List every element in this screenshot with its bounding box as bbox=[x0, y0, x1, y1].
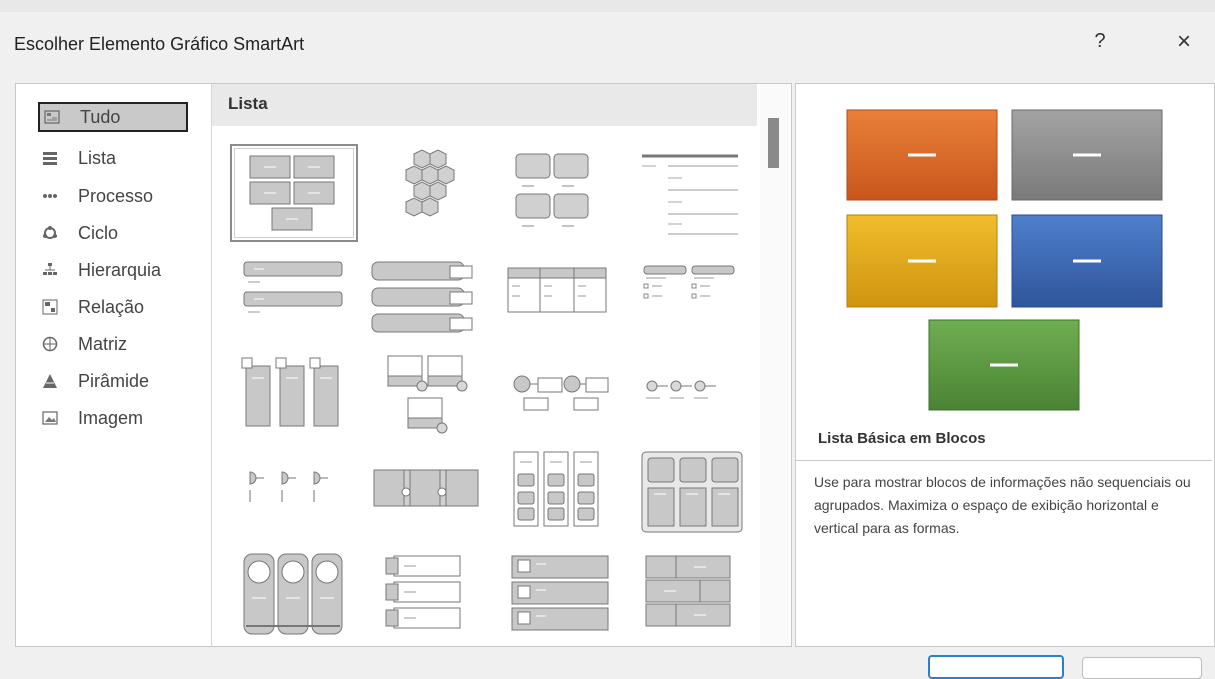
sidebar-item-label: Tudo bbox=[80, 106, 121, 127]
gallery-header-label: Lista bbox=[228, 94, 268, 113]
layout-hexagon-cluster[interactable] bbox=[362, 144, 490, 242]
relationship-icon bbox=[42, 299, 58, 315]
layout-basic-block-list[interactable] bbox=[230, 144, 358, 242]
preview-block-orange bbox=[846, 109, 998, 201]
sidebar-item-label: Matriz bbox=[78, 333, 127, 354]
layout-circular-picture-list[interactable] bbox=[230, 546, 358, 644]
preview-block-green bbox=[928, 319, 1080, 411]
layout-picture-accent-blocks[interactable] bbox=[362, 346, 490, 444]
sidebar-item-label: Hierarquia bbox=[78, 259, 162, 280]
sidebar-item-imagem[interactable]: Imagem bbox=[38, 403, 188, 433]
layout-vertical-bullet-list[interactable] bbox=[230, 252, 358, 350]
sidebar-item-label: Processo bbox=[78, 185, 154, 206]
dialog-titlebar: Escolher Elemento Gráfico SmartArt ? × bbox=[0, 12, 1215, 72]
sidebar-item-label: Lista bbox=[78, 147, 117, 168]
layout-vertical-tab-list[interactable] bbox=[362, 546, 490, 644]
layout-stacked-list[interactable] bbox=[362, 252, 490, 350]
layout-tab-list[interactable] bbox=[494, 446, 622, 544]
sidebar-item-label: Relação bbox=[78, 296, 145, 317]
sidebar-item-piramide[interactable]: Pirâmide bbox=[38, 366, 188, 396]
sidebar-item-processo[interactable]: Processo bbox=[38, 181, 188, 211]
gallery-scrollbar[interactable] bbox=[760, 84, 790, 646]
layout-table-list[interactable] bbox=[494, 252, 622, 350]
hierarchy-icon bbox=[42, 262, 58, 278]
preview-graphic bbox=[846, 109, 1163, 411]
layout-horizontal-bullet-list[interactable] bbox=[626, 252, 754, 350]
pyramid-icon bbox=[42, 373, 58, 389]
layout-picture-strips[interactable] bbox=[626, 446, 754, 544]
cancel-button[interactable] bbox=[1082, 657, 1202, 679]
layout-description: Use para mostrar blocos de informações n… bbox=[814, 474, 1191, 536]
sidebar-item-tudo[interactable]: Tudo bbox=[38, 102, 188, 132]
ok-button[interactable] bbox=[928, 655, 1064, 679]
layout-brick-list[interactable] bbox=[626, 546, 754, 644]
layout-gallery: Lista bbox=[212, 84, 791, 646]
scrollbar-thumb[interactable] bbox=[768, 118, 779, 168]
sidebar-item-label: Pirâmide bbox=[78, 370, 150, 391]
layout-grouped-blocks[interactable] bbox=[494, 144, 622, 242]
gallery-header: Lista bbox=[212, 84, 757, 126]
layout-lined-list[interactable] bbox=[626, 144, 754, 242]
layout-circle-accent-timeline[interactable] bbox=[494, 346, 622, 444]
layout-accent-process[interactable] bbox=[362, 446, 490, 544]
layout-name: Lista Básica em Blocos bbox=[818, 430, 986, 447]
preview-block-gold bbox=[846, 214, 998, 308]
sidebar-item-hierarquia[interactable]: Hierarquia bbox=[38, 255, 188, 285]
preview-panel: Lista Básica em Blocos Use para mostrar … bbox=[795, 83, 1215, 647]
sidebar-item-ciclo[interactable]: Ciclo bbox=[38, 218, 188, 248]
layout-pin-list[interactable] bbox=[230, 446, 358, 544]
process-icon bbox=[42, 188, 58, 204]
preview-block-gray bbox=[1011, 109, 1163, 201]
layout-picture-caption-list[interactable] bbox=[230, 346, 358, 444]
matrix-icon bbox=[42, 336, 58, 352]
sidebar-item-matriz[interactable]: Matriz bbox=[38, 329, 188, 359]
layout-circle-process[interactable] bbox=[626, 346, 754, 444]
sidebar-item-relacao[interactable]: Relação bbox=[38, 292, 188, 322]
list-icon bbox=[42, 150, 58, 166]
category-and-gallery-panel: Tudo Lista Processo Ciclo Hierarquia Rel… bbox=[15, 83, 792, 647]
preview-block-blue bbox=[1011, 214, 1163, 308]
sidebar-item-lista[interactable]: Lista bbox=[38, 143, 188, 173]
picture-icon bbox=[42, 410, 58, 426]
close-button[interactable]: × bbox=[1170, 28, 1198, 56]
cycle-icon bbox=[42, 225, 58, 241]
help-button[interactable]: ? bbox=[1088, 30, 1112, 53]
dialog-title: Escolher Elemento Gráfico SmartArt bbox=[14, 34, 305, 54]
sidebar-item-label: Imagem bbox=[78, 407, 144, 428]
all-icon bbox=[44, 109, 60, 125]
category-sidebar: Tudo Lista Processo Ciclo Hierarquia Rel… bbox=[16, 84, 212, 646]
sidebar-item-label: Ciclo bbox=[78, 222, 119, 243]
layout-description-box: Use para mostrar blocos de informações n… bbox=[796, 460, 1212, 646]
layout-vertical-box-list[interactable] bbox=[494, 546, 622, 644]
